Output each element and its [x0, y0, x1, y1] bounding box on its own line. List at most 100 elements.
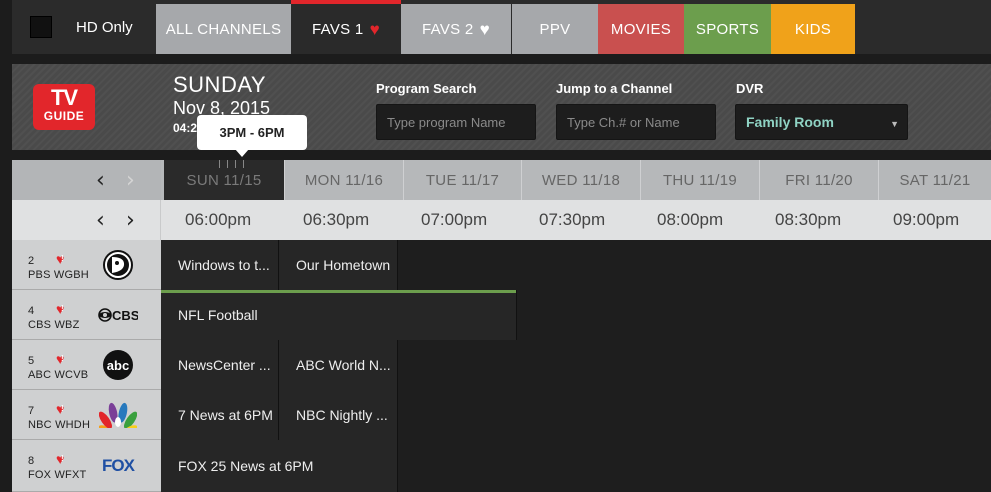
tab-favs-2-label: FAVS 2: [422, 20, 474, 38]
favorite-heart-icon[interactable]: ♥: [56, 352, 70, 366]
tv-guide-app: HD Only ALL CHANNELS FAVS 1 ♥ FAVS 2 ♥ PPV…: [0, 0, 991, 492]
channel-cell[interactable]: 2 ♥ PBS WGBH: [12, 240, 161, 290]
favorite-heart-icon[interactable]: ♥: [56, 402, 70, 416]
fox-logo-icon: FOX: [98, 445, 138, 485]
day-tab-label: FRI 11/20: [785, 171, 853, 189]
tab-favs-1[interactable]: FAVS 1 ♥: [291, 0, 401, 54]
day-tab-4[interactable]: THU 11/19: [640, 160, 759, 200]
tab-sports[interactable]: SPORTS: [684, 4, 771, 54]
time-slot: 09:00pm: [893, 210, 960, 229]
program-title: ABC World N...: [296, 357, 391, 373]
tab-movies[interactable]: MOVIES: [598, 4, 684, 54]
day-tab-label: TUE 11/17: [425, 171, 500, 189]
channel-row: 4 ♥ CBS WBZ CBS NFL Football: [12, 290, 991, 340]
tab-ppv-label: PPV: [539, 20, 571, 38]
program-title: NBC Nightly ...: [296, 407, 388, 423]
program-title: Our Hometown: [296, 257, 391, 273]
hd-only-toggle[interactable]: HD Only: [12, 0, 156, 54]
nbc-peacock-icon: [98, 395, 138, 435]
program-cell[interactable]: NBC Nightly ...: [279, 390, 398, 440]
program-title: NewsCenter ...: [178, 357, 271, 373]
svg-text:FOX: FOX: [102, 456, 136, 474]
program-title: Windows to t...: [178, 257, 270, 273]
logo-tv-text: TV: [50, 85, 78, 110]
dvr-selected-value: Family Room: [746, 114, 834, 130]
program-search-label: Program Search: [376, 81, 477, 96]
day-tab-2[interactable]: TUE 11/17: [403, 160, 521, 200]
heart-icon: ♥: [479, 19, 490, 39]
empty-slot: [517, 290, 991, 340]
cbs-logo-icon: CBS: [98, 295, 138, 335]
day-tab-6[interactable]: SAT 11/21: [878, 160, 991, 200]
program-title: FOX 25 News at 6PM: [178, 458, 314, 474]
day-nav: ‹ ›: [12, 160, 161, 200]
channel-cell[interactable]: 7 ♥ NBC WHDH: [12, 390, 161, 440]
chevron-left-icon[interactable]: ‹: [96, 170, 105, 192]
tv-guide-logo[interactable]: TV GUIDE: [33, 84, 95, 130]
channel-callsign: ABC WCVB: [28, 369, 89, 381]
empty-slot: [398, 340, 991, 390]
channel-cell[interactable]: 4 ♥ CBS WBZ CBS: [12, 290, 161, 340]
abc-logo-icon: abc: [98, 345, 138, 385]
program-cell[interactable]: FOX 25 News at 6PM: [161, 440, 398, 492]
dvr-select[interactable]: Family Room ▼: [735, 104, 908, 140]
tab-all-channels-label: ALL CHANNELS: [165, 20, 282, 38]
svg-text:abc: abc: [107, 358, 129, 373]
channel-callsign: PBS WGBH: [28, 269, 89, 281]
tab-kids[interactable]: KIDS: [771, 4, 855, 54]
program-search-input[interactable]: Type program Name: [376, 104, 536, 140]
caret-down-icon: ▼: [890, 119, 899, 129]
program-search-placeholder: Type program Name: [387, 114, 506, 130]
time-slot: 06:00pm: [185, 210, 252, 229]
pbs-logo-icon: [98, 245, 138, 285]
day-tab-label: WED 11/18: [541, 171, 621, 189]
current-day: SUNDAY: [173, 72, 267, 97]
program-cell[interactable]: NewsCenter ...: [161, 340, 279, 390]
empty-slot: [398, 390, 991, 440]
tab-movies-label: MOVIES: [610, 20, 672, 38]
day-tab-0[interactable]: SUN 11/15: [164, 160, 284, 200]
program-cell[interactable]: ABC World N...: [279, 340, 398, 390]
tab-ppv[interactable]: PPV: [512, 4, 598, 54]
day-tab-5[interactable]: FRI 11/20: [759, 160, 878, 200]
program-cell[interactable]: 7 News at 6PM: [161, 390, 279, 440]
channel-callsign: FOX WFXT: [28, 469, 87, 481]
category-tab-bar: HD Only ALL CHANNELS FAVS 1 ♥ FAVS 2 ♥ PPV…: [0, 0, 991, 54]
channel-callsign: NBC WHDH: [28, 419, 91, 431]
empty-slot: [398, 240, 991, 290]
jump-channel-input[interactable]: Type Ch.# or Name: [556, 104, 716, 140]
channel-cell[interactable]: 8 ♥ FOX WFXT FOX: [12, 440, 161, 492]
tab-favs-1-label: FAVS 1: [312, 20, 364, 38]
favorite-heart-icon[interactable]: ♥: [56, 252, 70, 266]
program-cell[interactable]: NFL Football: [161, 290, 517, 340]
jump-channel-placeholder: Type Ch.# or Name: [567, 114, 680, 130]
dvr-label: DVR: [736, 81, 764, 96]
day-selector: ‹ › SUN 11/15 MON 11/16 TUE 11/17 WED 11…: [12, 160, 991, 200]
favorite-heart-icon[interactable]: ♥: [56, 302, 70, 316]
empty-slot: [398, 440, 991, 492]
program-cell[interactable]: Windows to t...: [161, 240, 279, 290]
tab-kids-label: KIDS: [794, 20, 832, 38]
day-tab-3[interactable]: WED 11/18: [521, 160, 640, 200]
tab-favs-2[interactable]: FAVS 2 ♥: [401, 4, 511, 54]
favorite-heart-icon[interactable]: ♥: [56, 452, 70, 466]
channel-number: 2: [28, 255, 35, 267]
channel-cell[interactable]: 5 ♥ ABC WCVB abc: [12, 340, 161, 390]
jump-channel-label: Jump to a Channel: [556, 81, 673, 96]
svg-text:CBS: CBS: [112, 308, 138, 322]
channel-number: 4: [28, 305, 35, 317]
channel-number: 8: [28, 455, 35, 467]
chevron-right-icon[interactable]: ›: [126, 170, 135, 192]
hd-only-label: HD Only: [76, 18, 133, 36]
program-cell[interactable]: Our Hometown: [279, 240, 398, 290]
day-tab-label: MON 11/16: [304, 171, 384, 189]
hd-only-checkbox[interactable]: [30, 16, 52, 38]
tab-all-channels[interactable]: ALL CHANNELS: [156, 4, 291, 54]
day-tab-1[interactable]: MON 11/16: [284, 160, 403, 200]
channel-row: 2 ♥ PBS WGBH Windows to t... Our Hometow…: [12, 240, 991, 290]
heart-icon: ♥: [369, 19, 380, 39]
chevron-right-icon[interactable]: ›: [126, 210, 135, 232]
chevron-left-icon[interactable]: ‹: [96, 210, 105, 232]
time-slot: 08:00pm: [657, 210, 724, 229]
channel-row: 5 ♥ ABC WCVB abc NewsCenter ... ABC Worl…: [12, 340, 991, 390]
